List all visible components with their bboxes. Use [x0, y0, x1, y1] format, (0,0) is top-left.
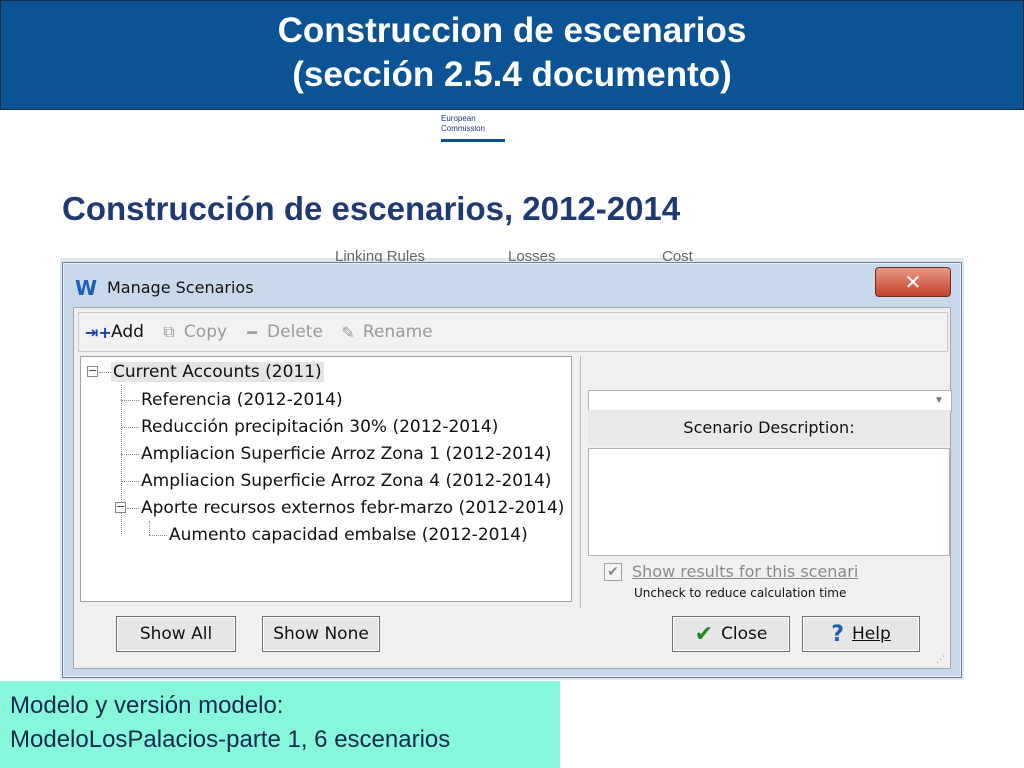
show-results-checkbox-row[interactable]: ✔ Show results for this scenari	[604, 562, 858, 581]
close-icon: ✕	[904, 270, 922, 294]
tree-connector	[149, 535, 167, 536]
chevron-down-icon: ▼	[934, 395, 944, 406]
tree-item-child[interactable]: Aumento capacidad embalse (2012-2014)	[169, 522, 528, 548]
add-button[interactable]: ⇥+ Add	[85, 322, 144, 342]
add-label: Add	[111, 322, 144, 342]
delete-button[interactable]: ━ Delete	[241, 322, 323, 342]
show-results-label: Show results for this scenari	[632, 562, 859, 581]
close-label: Close	[721, 624, 768, 644]
add-icon: ⇥+	[85, 322, 112, 342]
dialog-titlebar: W Manage Scenarios	[75, 275, 254, 300]
tree-item-label: Current Accounts (2011)	[111, 362, 324, 382]
show-all-button[interactable]: Show All	[116, 616, 236, 652]
scenario-toolbar: ⇥+ Add ⧉ Copy ━ Delete ✎ Rename	[78, 312, 948, 352]
minus-icon: ━	[247, 322, 257, 342]
show-results-checkbox[interactable]: ✔	[604, 562, 622, 581]
scenario-combo[interactable]: ▼	[588, 390, 952, 412]
tree-connector	[121, 454, 139, 455]
model-info-line1: Modelo y versión modelo:	[10, 692, 284, 719]
show-all-label: Show All	[139, 624, 213, 644]
tree-item-root[interactable]: Current Accounts (2011)	[111, 359, 324, 385]
manage-scenarios-dialog: W Manage Scenarios ✕ ⇥+ Add ⧉ Copy ━ Del…	[62, 262, 962, 678]
help-button[interactable]: ? Help	[802, 616, 920, 652]
european-commission-logo: European Commission	[441, 112, 505, 142]
dialog-client-area: ⇥+ Add ⧉ Copy ━ Delete ✎ Rename − Curren…	[73, 307, 952, 669]
window-close-button[interactable]: ✕	[875, 267, 951, 297]
slide-title: Construccion de escenarios (sección 2.5.…	[0, 0, 1024, 110]
tree-item[interactable]: Referencia (2012-2014)	[141, 387, 343, 413]
scenario-tree: − Current Accounts (2011) Referencia (20…	[80, 356, 572, 602]
rename-icon: ✎	[341, 322, 355, 342]
scenario-description-textarea[interactable]	[588, 448, 950, 556]
collapse-icon[interactable]: −	[87, 365, 98, 377]
delete-label: Delete	[267, 322, 323, 342]
copy-label: Copy	[183, 322, 228, 342]
rename-label: Rename	[362, 322, 433, 342]
show-results-hint: Uncheck to reduce calculation time	[634, 586, 847, 600]
tree-item[interactable]: Ampliacion Superficie Arroz Zona 4 (2012…	[141, 468, 551, 494]
dialog-title-text: Manage Scenarios	[107, 277, 254, 297]
weap-app-icon: W	[75, 276, 98, 300]
panel-splitter[interactable]	[580, 356, 586, 608]
rename-button[interactable]: ✎ Rename	[337, 322, 433, 342]
resize-grip-icon[interactable]: ⋰	[936, 654, 946, 664]
logo-text-line1: European	[441, 114, 476, 123]
tree-connector	[121, 400, 139, 401]
logo-text-line2: Commission	[441, 124, 486, 133]
tree-item[interactable]: Reducción precipitación 30% (2012-2014)	[141, 414, 498, 440]
tree-connector	[121, 427, 139, 428]
help-icon: ?	[831, 621, 844, 647]
tree-connector	[127, 508, 139, 509]
tree-connector	[121, 481, 139, 482]
slide-subtitle: Construcción de escenarios, 2012-2014	[62, 190, 681, 227]
collapse-icon[interactable]: −	[115, 501, 126, 513]
copy-icon: ⧉	[163, 322, 175, 341]
tree-connector	[99, 372, 111, 373]
model-info-box: Modelo y versión modelo: ModeloLosPalaci…	[0, 681, 560, 768]
help-label: Help	[852, 624, 891, 644]
close-button[interactable]: ✔ Close	[672, 616, 790, 652]
slide-title-line1: Construccion de escenarios	[277, 11, 747, 50]
checkmark-icon: ✔	[694, 621, 714, 647]
tree-item[interactable]: Aporte recursos externos febr-marzo (201…	[141, 495, 564, 521]
scenario-description-label: Scenario Description:	[588, 410, 950, 446]
show-none-label: Show None	[273, 624, 369, 644]
show-none-button[interactable]: Show None	[262, 616, 380, 652]
copy-button[interactable]: ⧉ Copy	[158, 322, 227, 342]
slide-title-line2: (sección 2.5.4 documento)	[292, 55, 732, 94]
tree-item[interactable]: Ampliacion Superficie Arroz Zona 1 (2012…	[141, 441, 551, 467]
model-info-line2: ModeloLosPalacios-parte 1, 6 escenarios	[10, 726, 451, 753]
tree-connector	[149, 521, 150, 535]
